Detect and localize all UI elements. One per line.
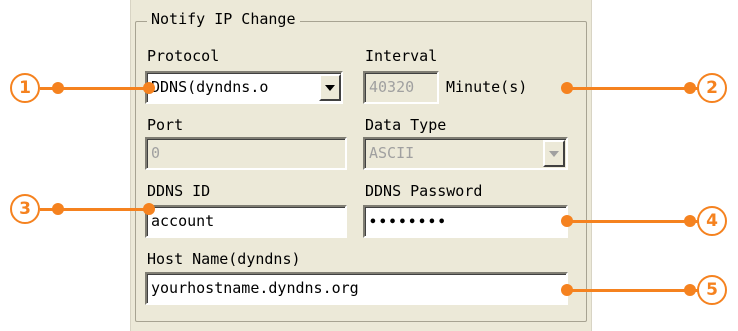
interval-label: Interval [365,47,438,65]
port-value: 0 [151,144,161,162]
data-type-label: Data Type [365,116,447,134]
ddns-id-input[interactable]: account [145,205,347,238]
callout-dot-2 [561,82,573,94]
host-name-label: Host Name(dyndns) [147,250,301,268]
interval-unit: Minute(s) [446,78,528,96]
ddns-password-input[interactable]: •••••••• [363,205,568,238]
ddns-id-value: account [151,212,215,230]
callout-dot-4-end [684,215,696,227]
ddns-id-label: DDNS ID [147,182,211,200]
callout-number-3: 3 [10,194,40,224]
callout-dot-5 [561,284,573,296]
callout-dot-4 [561,215,573,227]
callout-line-2 [567,87,698,90]
group-title: Notify IP Change [147,10,300,28]
data-type-dropdown-button[interactable] [543,140,565,167]
host-name-value: yourhostname.dyndns.org [151,279,359,297]
ddns-password-label: DDNS Password [365,182,483,200]
callout-dot-3 [52,203,64,215]
callout-number-4: 4 [697,206,727,236]
protocol-value: DDNS(dyndns.o [151,78,269,96]
port-label: Port [147,116,184,134]
port-input[interactable]: 0 [145,137,347,170]
callout-number-5: 5 [697,275,727,305]
callout-number-2: 2 [697,73,727,103]
protocol-dropdown-button[interactable] [319,74,341,101]
callout-dot-3-end [143,203,155,215]
chevron-down-icon [549,150,559,157]
callout-number-1: 1 [10,73,40,103]
callout-dot-5-end [684,284,696,296]
protocol-select[interactable]: DDNS(dyndns.o [145,71,343,104]
callout-dot-1 [52,82,64,94]
data-type-value: ASCII [369,144,415,162]
chevron-down-icon [325,84,335,91]
callout-dot-2-end [684,82,696,94]
callout-line-4 [567,220,698,223]
ddns-password-value: •••••••• [369,215,448,230]
data-type-select[interactable]: ASCII [363,137,568,170]
protocol-label: Protocol [147,47,220,65]
callout-dot-1-end [143,82,155,94]
interval-value: 40320 [369,78,415,96]
callout-line-5 [567,289,698,292]
interval-input[interactable]: 40320 [363,71,439,104]
host-name-input[interactable]: yourhostname.dyndns.org [145,272,568,305]
